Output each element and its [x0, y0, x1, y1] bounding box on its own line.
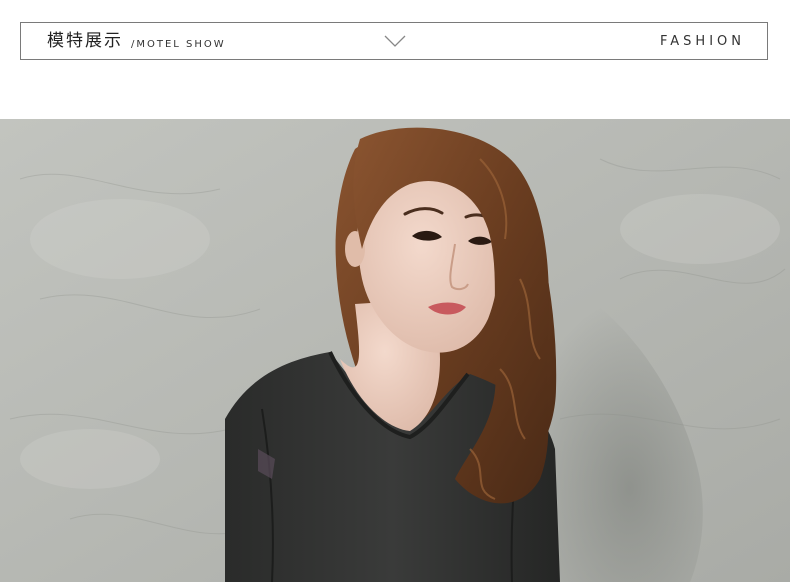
product-detail-page: 模特展示 /MOTEL SHOW FASHION	[0, 0, 790, 582]
fashion-label: FASHION	[660, 34, 745, 49]
chevron-down-icon	[384, 35, 406, 47]
section-title-en: /MOTEL SHOW	[131, 39, 226, 50]
model-photo-illustration	[0, 119, 790, 582]
section-title-cn: 模特展示	[47, 31, 123, 51]
model-photo	[0, 119, 790, 582]
section-header: 模特展示 /MOTEL SHOW FASHION	[20, 22, 768, 60]
